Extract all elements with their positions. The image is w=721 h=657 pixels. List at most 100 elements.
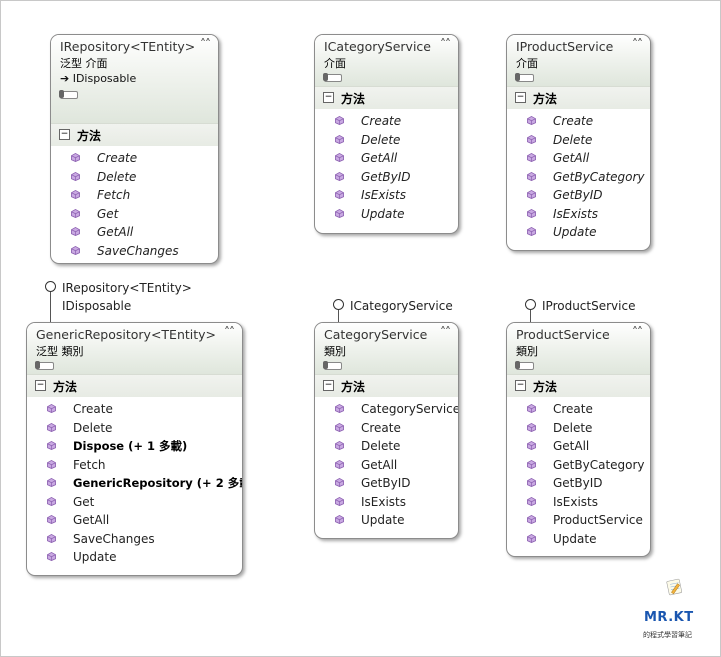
method-item[interactable]: GetByID <box>507 474 650 493</box>
details-toggle-icon[interactable] <box>59 90 78 99</box>
collapse-section-icon[interactable]: − <box>35 380 46 391</box>
method-item[interactable]: Update <box>507 530 650 549</box>
method-item[interactable]: Update <box>27 548 242 567</box>
method-item[interactable]: SaveChanges <box>51 242 218 261</box>
class-box-productservice[interactable]: ProductService ˄˄ 類別 − 方法 Create Delete Get… <box>506 322 651 557</box>
method-item[interactable]: GetAll <box>507 149 650 168</box>
methods-section[interactable]: − 方法 <box>507 86 650 109</box>
methods-section[interactable]: − 方法 <box>315 86 458 109</box>
method-name: GetByID <box>361 169 411 184</box>
methods-section[interactable]: − 方法 <box>507 374 650 397</box>
details-toggle-icon[interactable] <box>515 73 534 82</box>
method-name: SaveChanges <box>97 243 179 258</box>
collapse-section-icon[interactable]: − <box>59 129 70 140</box>
method-item[interactable]: Create <box>27 400 242 419</box>
method-item[interactable]: Get <box>51 205 218 224</box>
method-item[interactable]: Delete <box>315 437 458 456</box>
method-item[interactable]: Fetch <box>51 186 218 205</box>
method-icon <box>527 478 536 487</box>
collapse-section-icon[interactable]: − <box>323 380 334 391</box>
method-item[interactable]: GetAll <box>27 511 242 530</box>
method-item[interactable]: GetByID <box>507 186 650 205</box>
method-item[interactable]: Update <box>507 223 650 242</box>
method-item[interactable]: GetAll <box>315 149 458 168</box>
method-item[interactable]: GetByID <box>315 474 458 493</box>
method-icon <box>527 227 536 236</box>
method-icon <box>527 116 536 125</box>
method-item[interactable]: Create <box>507 112 650 131</box>
details-toggle-icon[interactable] <box>323 73 342 82</box>
method-item[interactable]: IsExists <box>507 493 650 512</box>
method-item[interactable]: Create <box>315 112 458 131</box>
class-box-iproductservice[interactable]: IProductService ˄˄ 介面 − 方法 Create Delete Ge… <box>506 34 651 251</box>
class-title: CategoryService <box>324 327 428 342</box>
methods-section[interactable]: − 方法 <box>315 374 458 397</box>
section-label: 方法 <box>53 380 78 394</box>
method-item[interactable]: Fetch <box>27 456 242 475</box>
method-icon <box>335 153 344 162</box>
collapse-chevron-icon[interactable]: ˄˄ <box>440 325 451 339</box>
collapse-chevron-icon[interactable]: ˄˄ <box>632 37 643 51</box>
method-item[interactable]: GetAll <box>315 456 458 475</box>
method-item[interactable]: Create <box>507 400 650 419</box>
collapse-chevron-icon[interactable]: ˄˄ <box>440 37 451 51</box>
collapse-section-icon[interactable]: − <box>323 92 334 103</box>
method-name: Update <box>553 531 597 546</box>
method-item[interactable]: GetAll <box>51 223 218 242</box>
logo-name: MR.KT <box>644 610 694 625</box>
method-icon <box>335 190 344 199</box>
class-box-genericrepository[interactable]: GenericRepository<TEntity> ˄˄ 泛型 類別 − 方法 … <box>26 322 243 576</box>
method-icon <box>47 496 56 506</box>
method-icon <box>335 478 344 487</box>
class-header: IProductService ˄˄ 介面 <box>507 35 650 86</box>
method-item[interactable]: Delete <box>27 419 242 438</box>
class-title: ProductService <box>516 327 610 342</box>
collapse-chevron-icon[interactable]: ˄˄ <box>200 37 211 51</box>
method-item[interactable]: SaveChanges <box>27 530 242 549</box>
details-toggle-icon[interactable] <box>515 361 534 370</box>
method-item[interactable]: ProductService <box>507 511 650 530</box>
method-item[interactable]: Delete <box>51 168 218 187</box>
method-item[interactable]: Delete <box>507 131 650 150</box>
method-icon <box>527 404 536 413</box>
collapse-chevron-icon[interactable]: ˄˄ <box>224 325 235 339</box>
collapse-chevron-icon[interactable]: ˄˄ <box>632 325 643 339</box>
method-item[interactable]: IsExists <box>507 205 650 224</box>
class-header: ICategoryService ˄˄ 介面 <box>315 35 458 86</box>
collapse-section-icon[interactable]: − <box>515 380 526 391</box>
method-item[interactable]: Dispose (+ 1 多載) <box>27 437 242 456</box>
method-item[interactable]: Update <box>315 205 458 224</box>
method-icon <box>527 533 536 543</box>
method-item[interactable]: Create <box>315 419 458 438</box>
method-item[interactable]: Delete <box>507 419 650 438</box>
method-item[interactable]: GetByCategory <box>507 168 650 187</box>
method-icon <box>47 441 56 450</box>
collapse-section-icon[interactable]: − <box>515 92 526 103</box>
method-name: Update <box>73 550 117 564</box>
method-item[interactable]: IsExists <box>315 493 458 512</box>
method-item[interactable]: GetAll <box>507 437 650 456</box>
class-box-irepository[interactable]: IRepository<TEntity> ˄˄ 泛型 介面 ➔ IDisposa… <box>50 34 219 264</box>
methods-section[interactable]: − 方法 <box>51 123 218 146</box>
method-item[interactable]: GenericRepository (+ 2 多載) <box>27 474 242 493</box>
method-item[interactable]: Update <box>51 260 218 263</box>
method-icon <box>335 171 344 181</box>
section-label: 方法 <box>533 380 558 394</box>
method-item[interactable]: Update <box>315 511 458 530</box>
notepad-pencil-icon <box>666 578 682 596</box>
method-item[interactable]: Create <box>51 149 218 168</box>
method-icon <box>335 441 344 450</box>
class-box-icategoryservice[interactable]: ICategoryService ˄˄ 介面 − 方法 Create Delete G… <box>314 34 459 234</box>
methods-section[interactable]: − 方法 <box>27 374 242 397</box>
method-item[interactable]: GetByID <box>315 168 458 187</box>
class-box-categoryservice[interactable]: CategoryService ˄˄ 類別 − 方法 CategoryServic… <box>314 322 459 539</box>
method-item[interactable]: IsExists <box>315 186 458 205</box>
method-item[interactable]: CategoryService <box>315 400 458 419</box>
method-name: Delete <box>553 132 593 147</box>
details-toggle-icon[interactable] <box>35 361 54 370</box>
details-toggle-icon[interactable] <box>323 361 342 370</box>
method-item[interactable]: Get <box>27 493 242 512</box>
method-item[interactable]: Delete <box>315 131 458 150</box>
method-item[interactable]: GetByCategory <box>507 456 650 475</box>
method-name: GetAll <box>97 225 134 239</box>
